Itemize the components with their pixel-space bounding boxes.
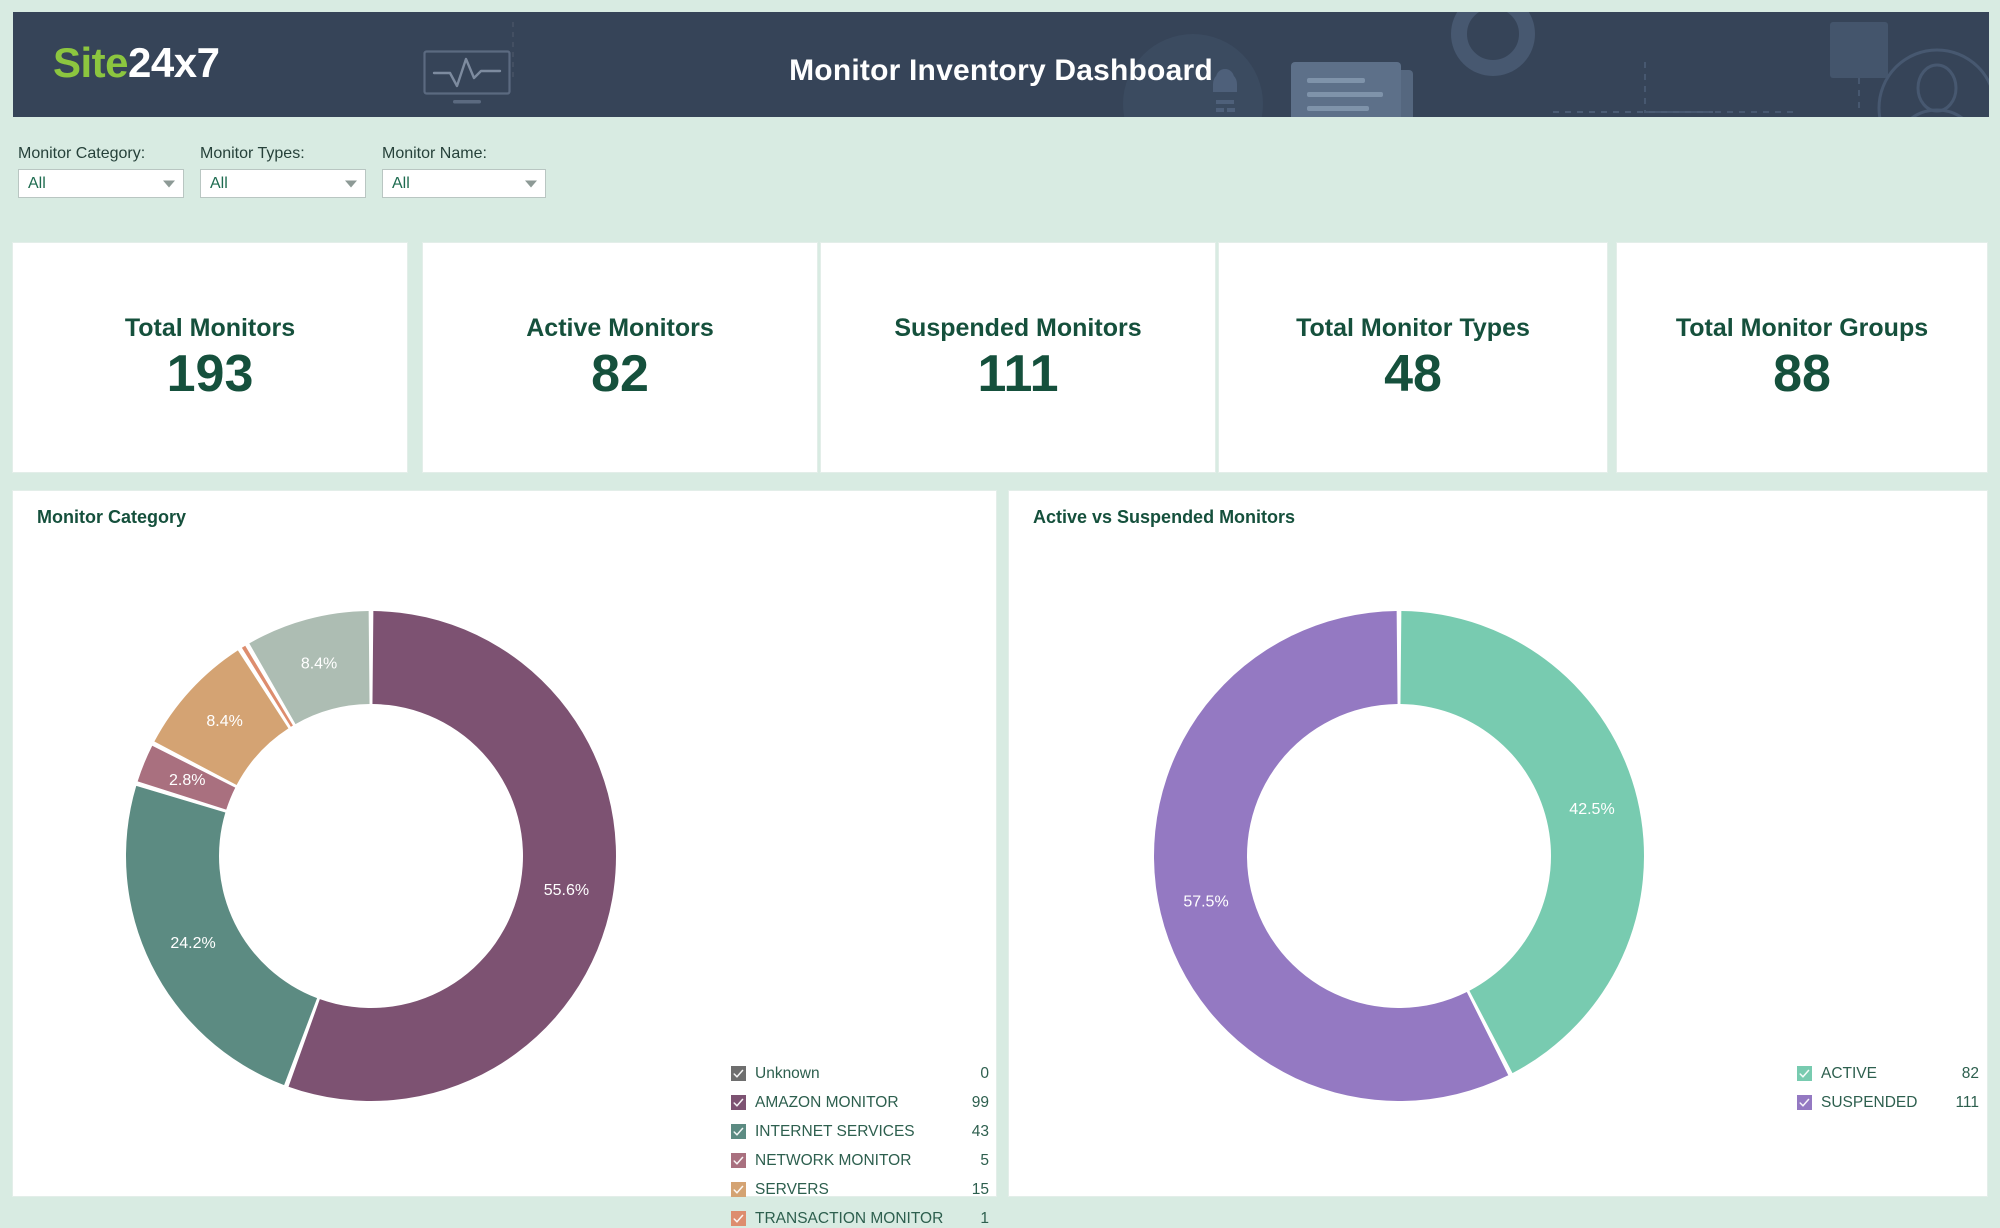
legend-item-value: 82 xyxy=(1961,1064,1979,1082)
page-title: Monitor Inventory Dashboard xyxy=(789,54,1213,87)
legend-item[interactable]: ACTIVE 82 xyxy=(1797,1059,1979,1088)
legend-item[interactable]: NETWORK MONITOR 5 xyxy=(731,1146,989,1175)
legend-item-label: ACTIVE xyxy=(1821,1064,1877,1082)
dashboard-root: Site24x7 Monitor Inventory Dashboard Mon… xyxy=(0,0,2000,1228)
legend-checkbox-icon[interactable] xyxy=(1797,1095,1812,1110)
legend-item[interactable]: SUSPENDED 111 xyxy=(1797,1088,1979,1117)
filter-monitor-types: Monitor Types: All xyxy=(200,145,366,198)
donut-slice-percent-label: 42.5% xyxy=(1569,801,1614,818)
legend-item-value: 43 xyxy=(971,1122,989,1140)
panel-active-vs-suspended: Active vs Suspended Monitors 42.5% 57.5% … xyxy=(1008,490,1988,1197)
legend-item-label: NETWORK MONITOR xyxy=(755,1151,912,1169)
legend-item-value: 111 xyxy=(1955,1093,1979,1111)
monitor-name-select[interactable]: All xyxy=(382,169,546,198)
legend-item-label: TRANSACTION MONITOR xyxy=(755,1209,944,1227)
active-vs-suspended-donut-chart[interactable]: 42.5% 57.5% xyxy=(1099,556,1699,1156)
monitor-category-donut-chart[interactable]: 55.6% 24.2% 2.8% 8.4% 8.4% xyxy=(71,556,671,1156)
kpi-title: Total Monitor Groups xyxy=(1675,313,1929,342)
legend-item[interactable]: Unknown 0 xyxy=(731,1059,989,1088)
donut-slice-percent-label: 2.8% xyxy=(169,772,205,789)
legend-item-label: AMAZON MONITOR xyxy=(755,1093,899,1111)
legend-item[interactable]: SERVERS 15 xyxy=(731,1175,989,1204)
monitor-types-value: All xyxy=(210,174,228,192)
monitor-category-select[interactable]: All xyxy=(18,169,184,198)
kpi-value: 48 xyxy=(1384,344,1442,403)
legend-checkbox-icon[interactable] xyxy=(731,1095,746,1110)
chevron-down-icon xyxy=(163,180,175,187)
legend-item-label: Unknown xyxy=(755,1064,820,1082)
kpi-value: 193 xyxy=(166,344,254,403)
kpi-title: Total Monitors xyxy=(124,313,296,342)
panel-active-vs-suspended-title: Active vs Suspended Monitors xyxy=(1033,507,1296,527)
filter-monitor-types-label: Monitor Types: xyxy=(200,145,305,162)
chevron-down-icon xyxy=(345,180,357,187)
donut-slice-percent-label: 24.2% xyxy=(170,935,215,952)
donut-slice-percent-label: 57.5% xyxy=(1183,894,1228,911)
kpi-value: 88 xyxy=(1773,344,1831,403)
kpi-title: Total Monitor Types xyxy=(1296,313,1530,342)
monitor-category-legend: Unknown 0 AMAZON MONITOR 99 INTERNET SERVI… xyxy=(731,1059,989,1228)
legend-checkbox-icon[interactable] xyxy=(1797,1066,1812,1081)
kpi-card-total-monitor-groups[interactable]: Total Monitor Groups 88 xyxy=(1616,242,1988,473)
legend-checkbox-icon[interactable] xyxy=(731,1182,746,1197)
kpi-value: 82 xyxy=(591,344,649,403)
legend-checkbox-icon[interactable] xyxy=(731,1153,746,1168)
legend-item[interactable]: AMAZON MONITOR 99 xyxy=(731,1088,989,1117)
legend-checkbox-icon[interactable] xyxy=(731,1211,746,1226)
kpi-value: 111 xyxy=(977,344,1059,403)
filter-monitor-name: Monitor Name: All xyxy=(382,145,546,198)
monitor-category-value: All xyxy=(28,174,46,192)
kpi-title: Suspended Monitors xyxy=(894,313,1142,342)
legend-item-value: 0 xyxy=(980,1064,989,1082)
legend-item-value: 99 xyxy=(971,1093,989,1111)
filter-monitor-category: Monitor Category: All xyxy=(18,145,184,198)
filter-monitor-category-label: Monitor Category: xyxy=(18,145,146,162)
chevron-down-icon xyxy=(525,180,537,187)
legend-item[interactable]: INTERNET SERVICES 43 xyxy=(731,1117,989,1146)
legend-item[interactable]: TRANSACTION MONITOR 1 xyxy=(731,1204,989,1228)
kpi-title: Active Monitors xyxy=(526,313,714,342)
active-vs-suspended-legend: ACTIVE 82 SUSPENDED 111 xyxy=(1797,1059,1979,1117)
legend-checkbox-icon[interactable] xyxy=(731,1124,746,1139)
kpi-card-row: Total Monitors 193 Active Monitors 82 Su… xyxy=(12,242,1988,473)
kpi-card-total-monitors[interactable]: Total Monitors 193 xyxy=(12,242,408,473)
app-header: Site24x7 Monitor Inventory Dashboard xyxy=(13,12,1989,117)
donut-slice[interactable] xyxy=(126,785,318,1086)
legend-item-value: 1 xyxy=(980,1209,989,1227)
legend-item-label: SUSPENDED xyxy=(1821,1093,1918,1111)
kpi-card-suspended-monitors[interactable]: Suspended Monitors 111 xyxy=(820,242,1216,473)
legend-item-label: INTERNET SERVICES xyxy=(755,1122,915,1140)
legend-item-value: 15 xyxy=(971,1180,989,1198)
monitor-name-value: All xyxy=(392,174,410,192)
kpi-card-active-monitors[interactable]: Active Monitors 82 xyxy=(422,242,818,473)
kpi-card-total-monitor-types[interactable]: Total Monitor Types 48 xyxy=(1218,242,1608,473)
panel-monitor-category: Monitor Category 55.6% 24.2% 2.8% 8.4% 8.4% … xyxy=(12,490,997,1227)
monitor-types-select[interactable]: All xyxy=(200,169,366,198)
legend-item-label: SERVERS xyxy=(755,1180,829,1198)
donut-slice-percent-label: 8.4% xyxy=(206,713,242,730)
donut-slice-percent-label: 8.4% xyxy=(301,656,337,673)
donut-slice-percent-label: 55.6% xyxy=(544,882,589,899)
filter-monitor-name-label: Monitor Name: xyxy=(382,145,487,162)
panel-monitor-category-title: Monitor Category xyxy=(37,507,187,527)
legend-item-value: 5 xyxy=(980,1151,989,1169)
legend-checkbox-icon[interactable] xyxy=(731,1066,746,1081)
